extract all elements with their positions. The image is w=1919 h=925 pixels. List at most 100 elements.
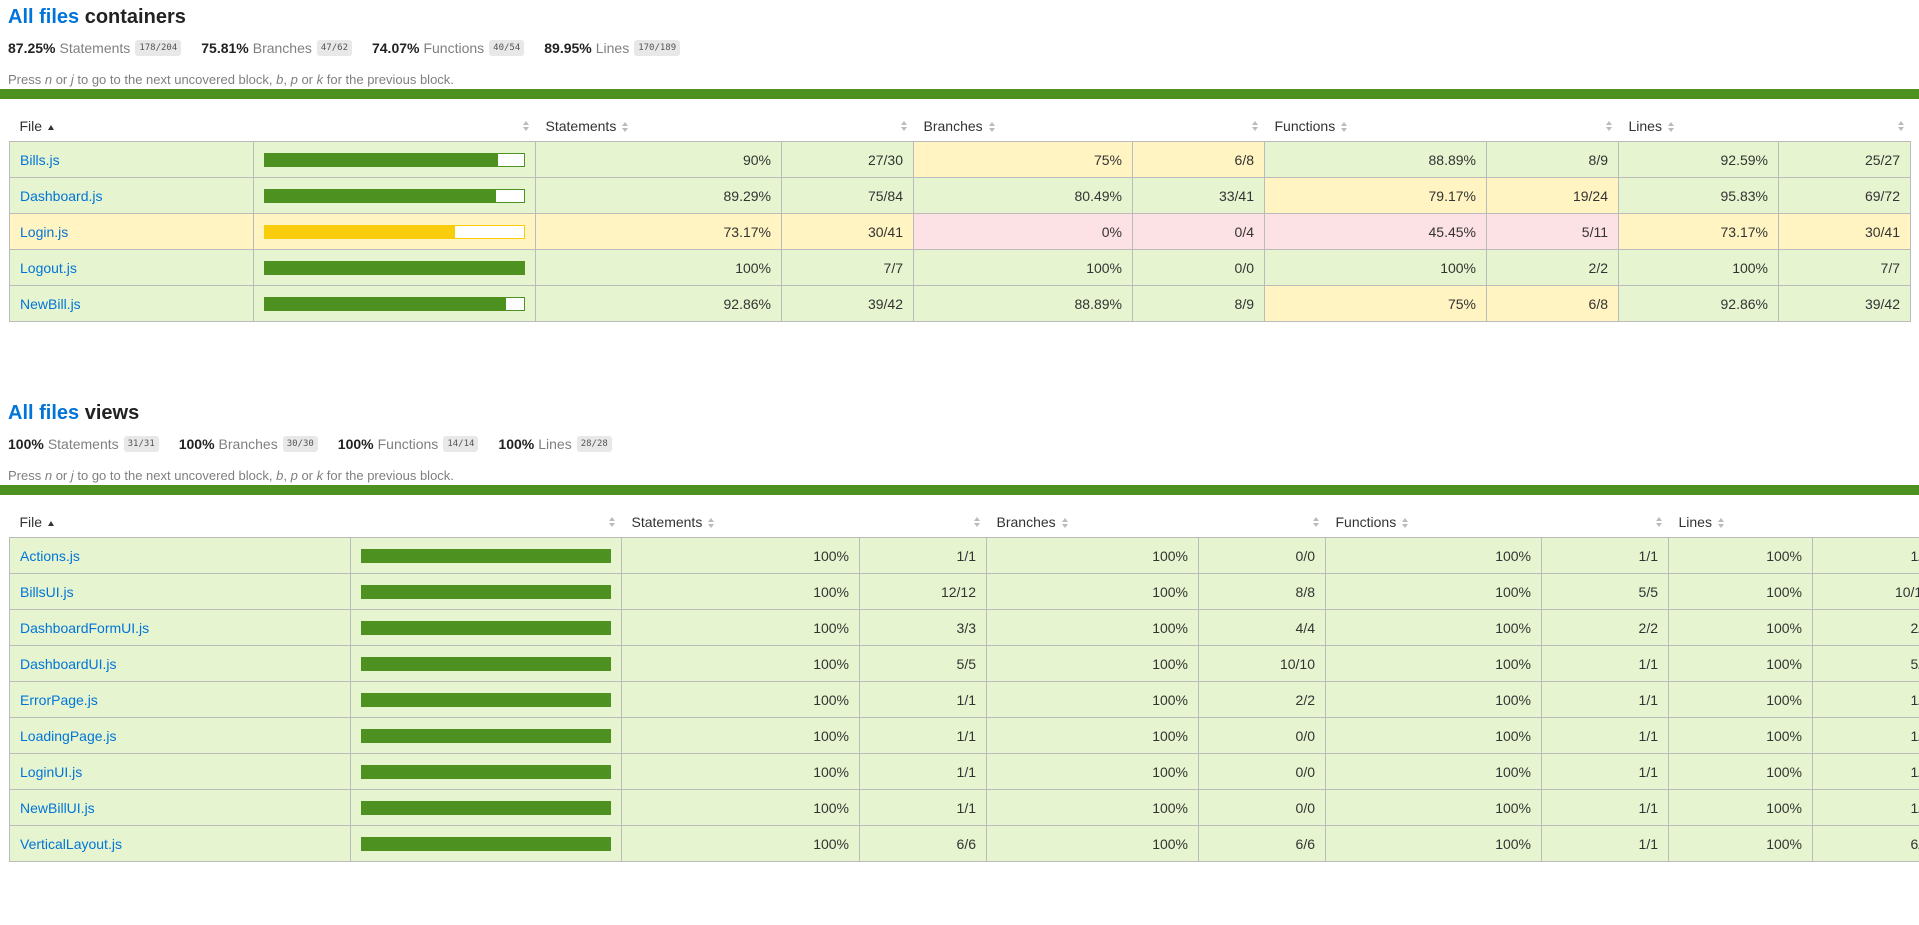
col-header-lines[interactable]: Lines xyxy=(1619,111,1779,142)
sort-icon xyxy=(622,122,629,133)
functions-pct: 45.45% xyxy=(1264,213,1487,250)
statements-pct: 100% xyxy=(621,753,860,790)
table-row: Bills.js 90% 27/30 75% 6/8 88.89% 8/9 92.59% 25/… xyxy=(9,141,1911,178)
statements-fraction: 1/1 xyxy=(859,681,987,718)
summary-branches: 100% Branches 30/30 xyxy=(179,436,318,452)
col-header-functions[interactable]: Functions xyxy=(1265,111,1487,142)
col-header-lines-raw[interactable] xyxy=(1813,507,1919,538)
sort-icon xyxy=(1605,121,1613,131)
col-header-statements[interactable]: Statements xyxy=(536,111,782,142)
coverage-bar-fill xyxy=(362,729,610,742)
col-header-branches-label: Branches xyxy=(996,514,1056,530)
file-link[interactable]: DashboardFormUI.js xyxy=(20,620,149,636)
coverage-bar xyxy=(361,620,611,635)
coverage-bar-fill xyxy=(362,549,610,562)
file-cell: VerticalLayout.js xyxy=(9,825,351,862)
coverage-bar xyxy=(361,692,611,707)
directory-name: containers xyxy=(84,6,186,28)
col-header-branches-raw[interactable] xyxy=(1199,507,1326,538)
col-header-functions[interactable]: Functions xyxy=(1326,507,1542,538)
file-link[interactable]: ErrorPage.js xyxy=(20,692,98,708)
summary-statements: 87.25% Statements 178/204 xyxy=(8,40,182,56)
col-header-statements-raw[interactable] xyxy=(782,111,914,142)
file-link[interactable]: Dashboard.js xyxy=(20,188,103,204)
file-link[interactable]: BillsUI.js xyxy=(20,584,74,600)
col-header-branches[interactable]: Branches xyxy=(914,111,1133,142)
lines-pct: 100% xyxy=(1618,249,1779,286)
statements-pct: 89.29% xyxy=(535,177,782,214)
col-header-pic[interactable] xyxy=(254,111,536,142)
table-row: Login.js 73.17% 30/41 0% 0/4 45.45% 5/11 73.17%… xyxy=(9,213,1911,250)
col-header-branches-raw[interactable] xyxy=(1133,111,1265,142)
file-link[interactable]: DashboardUI.js xyxy=(20,656,117,672)
col-header-statements[interactable]: Statements xyxy=(622,507,860,538)
keyboard-hint: Press n or j to go to the next uncovered… xyxy=(8,71,1911,89)
lines-pct: 92.59% xyxy=(1618,141,1779,178)
branches-fraction: 8/9 xyxy=(1132,285,1265,322)
file-link[interactable]: LoginUI.js xyxy=(20,764,82,780)
file-link[interactable]: LoadingPage.js xyxy=(20,728,117,744)
summary-fraction: 178/204 xyxy=(135,40,182,56)
file-link[interactable]: Logout.js xyxy=(20,260,77,276)
col-header-branches[interactable]: Branches xyxy=(987,507,1199,538)
col-header-statements-label: Statements xyxy=(545,118,617,134)
summary-lines: 89.95% Lines 170/189 xyxy=(544,40,681,56)
summary-percent: 100% xyxy=(498,436,535,452)
statements-fraction: 1/1 xyxy=(859,789,987,826)
col-header-pic[interactable] xyxy=(351,507,622,538)
functions-fraction: 1/1 xyxy=(1541,645,1669,682)
lines-fraction: 5/5 xyxy=(1812,645,1919,682)
file-cell: NewBillUI.js xyxy=(9,789,351,826)
branches-pct: 0% xyxy=(913,213,1133,250)
col-header-lines[interactable]: Lines xyxy=(1669,507,1813,538)
coverage-section: All files containers 87.25% Statements 178… xyxy=(0,0,1919,322)
coverage-bar-cell xyxy=(350,753,622,790)
summary-fraction: 14/14 xyxy=(443,436,479,452)
functions-fraction: 2/2 xyxy=(1486,249,1619,286)
branches-fraction: 4/4 xyxy=(1198,609,1326,646)
branches-pct: 100% xyxy=(986,681,1199,718)
all-files-link[interactable]: All files xyxy=(8,6,79,28)
col-header-functions-raw[interactable] xyxy=(1487,111,1619,142)
table-row: BillsUI.js 100% 12/12 100% 8/8 100% 5/5 100% 10/… xyxy=(9,573,1919,610)
file-link[interactable]: NewBill.js xyxy=(20,296,81,312)
table-header-row: File Statements Branches Functions Lines xyxy=(10,111,1911,142)
table-header-row: File Statements Branches Functions Lines xyxy=(10,507,1919,538)
summary-branches: 75.81% Branches 47/62 xyxy=(201,40,352,56)
statements-fraction: 7/7 xyxy=(781,249,914,286)
functions-pct: 100% xyxy=(1325,573,1542,610)
table-row: Actions.js100%1/1100%0/0100%1/1100%1/1 xyxy=(9,537,1919,574)
statements-fraction: 6/6 xyxy=(859,825,987,862)
coverage-bar xyxy=(361,584,611,599)
lines-fraction: 1/1 xyxy=(1812,753,1919,790)
file-link[interactable]: VerticalLayout.js xyxy=(20,836,122,852)
col-header-functions-raw[interactable] xyxy=(1542,507,1669,538)
file-link[interactable]: Bills.js xyxy=(20,152,60,168)
functions-pct: 100% xyxy=(1325,681,1542,718)
sort-icon xyxy=(900,121,908,131)
coverage-bar-cell xyxy=(253,249,536,286)
file-cell: Logout.js xyxy=(9,249,254,286)
functions-fraction: 1/1 xyxy=(1541,681,1669,718)
col-header-lines-raw[interactable] xyxy=(1779,111,1911,142)
file-link[interactable]: Actions.js xyxy=(20,548,80,564)
functions-fraction: 5/5 xyxy=(1541,573,1669,610)
file-link[interactable]: Login.js xyxy=(20,224,68,240)
coverage-bar-cell xyxy=(253,141,536,178)
hint-text-comma: , xyxy=(283,72,291,87)
coverage-bar-fill xyxy=(362,837,610,850)
file-link[interactable]: NewBillUI.js xyxy=(20,800,95,816)
functions-fraction: 1/1 xyxy=(1541,537,1669,574)
col-header-statements-raw[interactable] xyxy=(860,507,987,538)
branches-pct: 100% xyxy=(986,789,1199,826)
branches-pct: 75% xyxy=(913,141,1133,178)
col-header-file[interactable]: File xyxy=(10,507,351,538)
summary-functions: 100% Functions 14/14 xyxy=(338,436,479,452)
col-header-file[interactable]: File xyxy=(10,111,254,142)
coverage-bar-cell xyxy=(253,285,536,322)
all-files-link[interactable]: All files xyxy=(8,402,79,424)
coverage-bar xyxy=(264,224,525,239)
statements-fraction: 12/12 xyxy=(859,573,987,610)
coverage-summary-bar: 100% Statements 31/31 100% Branches 30/30 100%… xyxy=(8,435,1911,453)
functions-pct: 100% xyxy=(1325,825,1542,862)
